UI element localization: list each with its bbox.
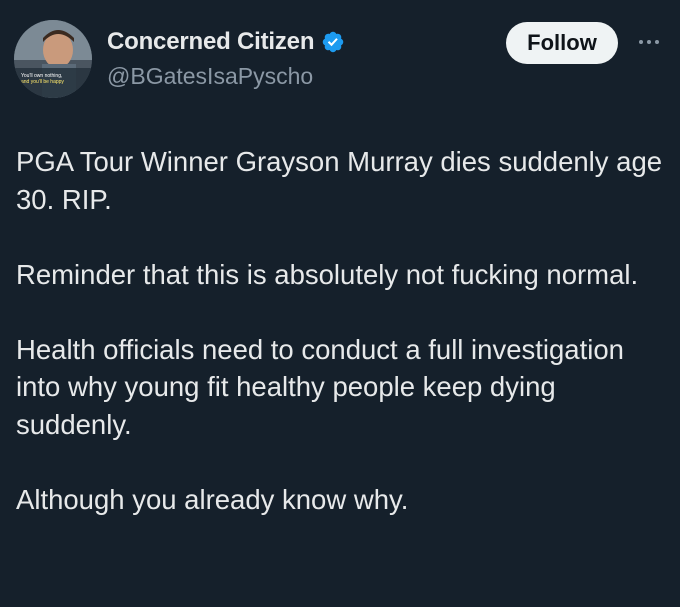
author-display-name[interactable]: Concerned Citizen [107, 28, 314, 56]
avatar-caption-line-2: and you'll be happy [21, 79, 64, 85]
tweet-text: PGA Tour Winner Grayson Murray dies sudd… [16, 143, 666, 518]
follow-button[interactable]: Follow [506, 22, 618, 64]
more-dot [655, 40, 659, 44]
more-horizontal-icon[interactable] [634, 32, 664, 52]
tweet: You'll own nothing, and you'll be happy … [0, 0, 680, 607]
avatar-image: You'll own nothing, and you'll be happy [14, 20, 92, 98]
tweet-paragraph: Although you already know why. [16, 483, 409, 515]
author-name-row: Concerned Citizen [107, 28, 345, 56]
tweet-paragraph: PGA Tour Winner Grayson Murray dies sudd… [16, 146, 663, 215]
tweet-paragraph: Reminder that this is absolutely not fuc… [16, 258, 639, 290]
more-dot [639, 40, 643, 44]
verified-badge-icon [323, 31, 344, 53]
author-handle[interactable]: @BGatesIsaPyscho [107, 63, 313, 90]
more-dot [647, 40, 651, 44]
tweet-paragraph: Health officials need to conduct a full … [16, 333, 624, 440]
avatar[interactable]: You'll own nothing, and you'll be happy [14, 20, 92, 98]
